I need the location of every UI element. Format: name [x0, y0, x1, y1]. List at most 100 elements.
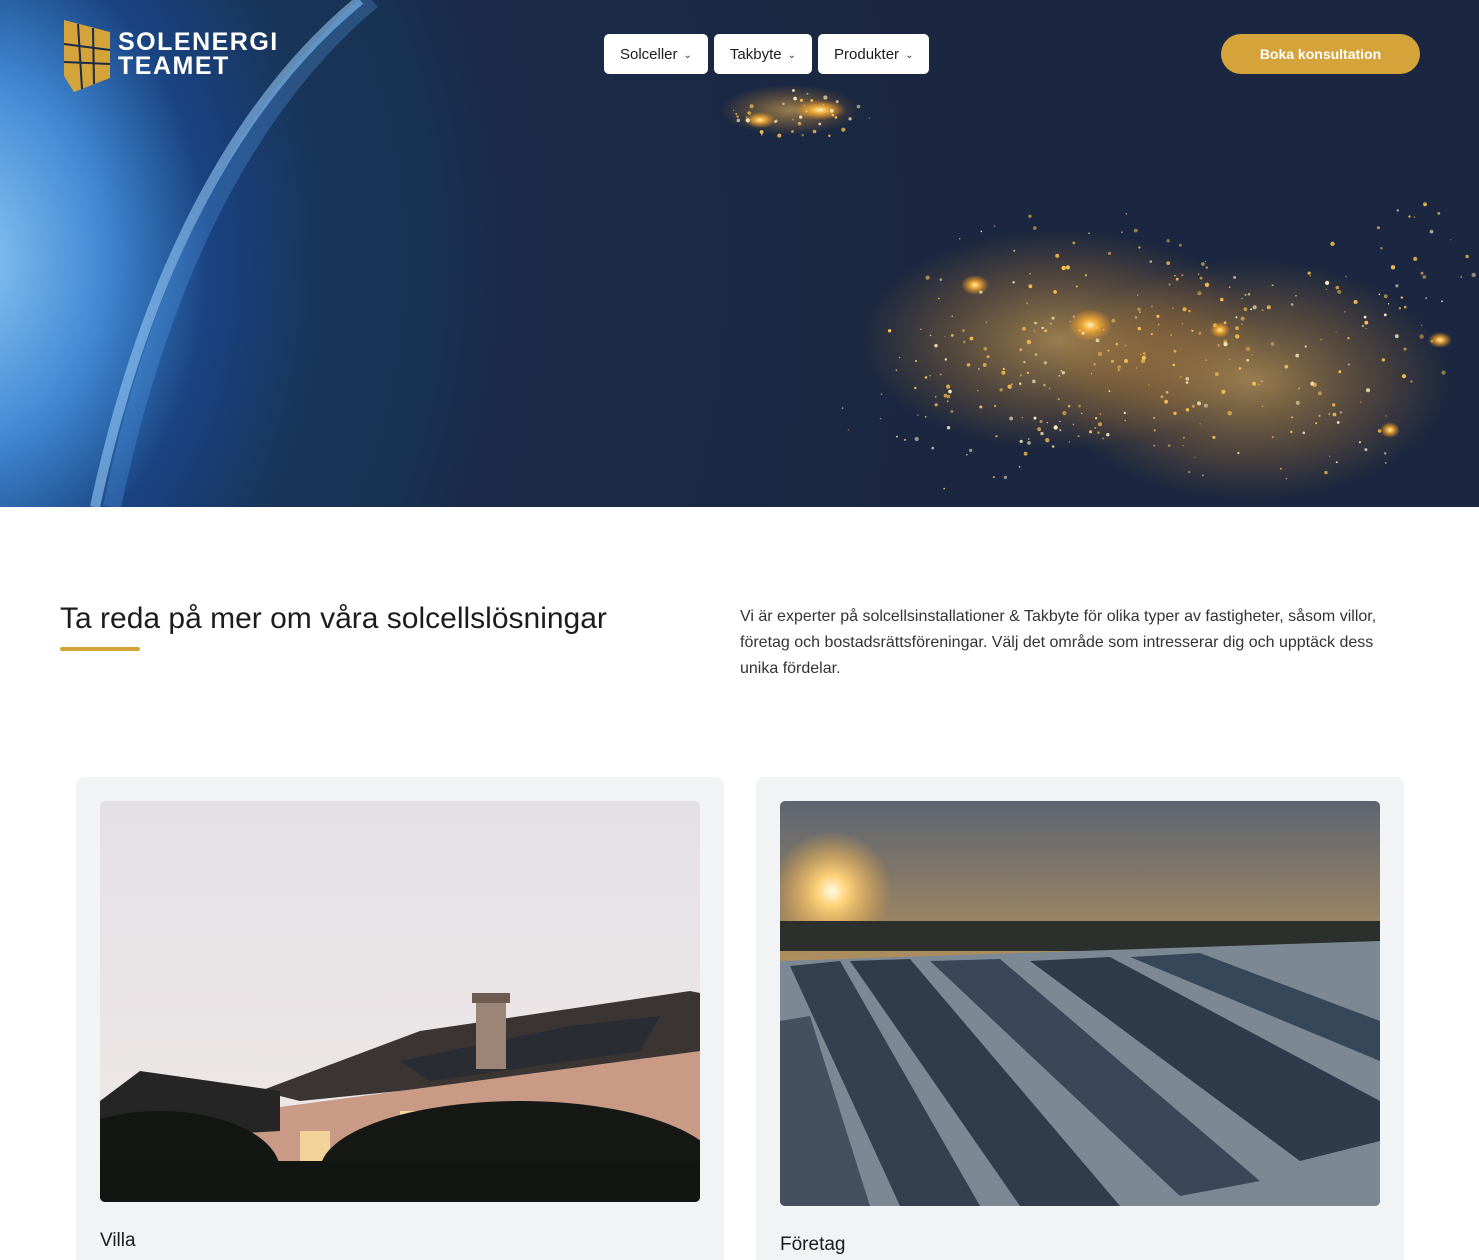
city-light-dot [1212, 323, 1217, 328]
city-light-dot [1413, 256, 1418, 261]
city-light-dot [1097, 431, 1100, 434]
city-light-dot [1045, 438, 1050, 443]
city-light-dot [1023, 451, 1028, 456]
city-light-dot [1048, 387, 1051, 390]
city-light-dot [1009, 416, 1013, 421]
city-light-dot [793, 96, 797, 101]
city-light-dot [1137, 307, 1141, 311]
city-light-dot [1033, 330, 1036, 332]
city-light-dot [1123, 411, 1126, 414]
city-light-dot [1261, 309, 1264, 312]
city-light-dot [1136, 367, 1138, 369]
city-light-dot [1247, 292, 1251, 296]
city-light-dot [1125, 213, 1128, 215]
city-light-dot [903, 438, 907, 441]
city-light-dot [1217, 344, 1220, 347]
city-light-dot [841, 127, 846, 132]
city-light-dot [1307, 271, 1311, 275]
city-light-dot [1437, 212, 1441, 215]
city-light-dot [1185, 377, 1190, 381]
city-light-dot [1182, 307, 1187, 312]
city-light-dot [1034, 353, 1038, 357]
city-light-dot [1153, 416, 1156, 419]
book-consultation-button[interactable]: Boka konsultation [1221, 34, 1420, 74]
city-light-dot [950, 334, 954, 337]
city-light-dot [1197, 291, 1202, 296]
city-light-dot [1302, 431, 1306, 435]
city-light-dot [1353, 299, 1358, 305]
city-light-dot [1098, 422, 1102, 427]
city-light-dot [1034, 321, 1037, 325]
city-light-dot [1361, 324, 1365, 328]
city-light-dot [1055, 253, 1060, 258]
city-light-dot [1019, 439, 1023, 443]
city-light-dot [1325, 280, 1330, 285]
city-light-dot [944, 335, 946, 338]
city-light-dot [934, 403, 938, 407]
city-light-dot [1182, 444, 1184, 447]
city-light-dot [1173, 349, 1177, 353]
city-light-dot [1266, 305, 1271, 310]
city-light-dot [1228, 286, 1231, 288]
city-light-dot [1023, 360, 1026, 364]
city-light-dot [1156, 314, 1160, 318]
city-light-dot [801, 134, 804, 137]
nav-item-solceller[interactable]: Solceller ⌄ [604, 34, 708, 74]
city-light-dot [1258, 384, 1260, 386]
city-light-dot [993, 225, 996, 228]
city-light-dot [1046, 421, 1049, 424]
city-light-dot [1078, 329, 1082, 332]
title-underline [60, 647, 140, 651]
card-villa[interactable]: Villa [76, 777, 724, 1260]
site-logo[interactable]: SOLENERGI TEAMET [62, 18, 322, 92]
city-light-dot [799, 98, 804, 102]
city-light-dot [1062, 411, 1067, 416]
city-light-dot [1013, 249, 1016, 252]
city-light-dot [1149, 260, 1153, 263]
city-light-dot [1033, 226, 1037, 230]
nav-label: Solceller [620, 45, 678, 63]
city-light-dot [1383, 294, 1388, 299]
city-light-dot [1419, 334, 1424, 339]
city-light-dot [1039, 420, 1043, 423]
city-light-dot [1037, 427, 1041, 432]
city-light-dot [1172, 307, 1174, 310]
city-light-dot [1069, 320, 1071, 322]
city-light-dot [823, 95, 828, 100]
city-light-dot [1077, 435, 1080, 438]
card-foretag[interactable]: Företag [756, 777, 1404, 1260]
city-light-dot [1181, 274, 1184, 277]
city-light-dot [1061, 371, 1066, 375]
card-image-villa[interactable] [100, 801, 700, 1202]
city-light-dot [761, 134, 763, 136]
city-light-dot [896, 435, 898, 438]
city-light-dot [1398, 307, 1402, 310]
city-light-dot [1396, 209, 1400, 212]
city-light-dot [759, 130, 764, 134]
city-light-dot [1058, 375, 1061, 377]
city-light-dot [966, 453, 968, 456]
city-light-dot [1117, 365, 1121, 369]
city-light-dot [946, 384, 951, 389]
city-light-dot [1338, 370, 1342, 374]
card-image-foretag[interactable] [780, 801, 1380, 1206]
city-light-dot [1115, 342, 1119, 346]
city-light-dot [1158, 323, 1160, 326]
nav-item-produkter[interactable]: Produkter ⌄ [818, 34, 930, 74]
city-light-dot [920, 328, 922, 331]
city-light-dot [1191, 404, 1195, 408]
city-light-dot [1151, 305, 1153, 308]
city-light-dot [829, 109, 834, 113]
nav-item-takbyte[interactable]: Takbyte ⌄ [713, 34, 813, 74]
city-light-dot [1205, 359, 1207, 361]
city-light-dot [1102, 437, 1104, 440]
city-light-dot [812, 129, 817, 134]
city-light-dot [999, 388, 1003, 392]
city-light-dot [1237, 451, 1240, 455]
city-light-dot [1203, 403, 1208, 408]
city-light-dot [1003, 475, 1008, 480]
city-light-dot [1332, 403, 1336, 407]
city-light-dot [1133, 228, 1138, 233]
city-light-dot [1191, 329, 1194, 332]
city-light-dot [1095, 326, 1099, 330]
